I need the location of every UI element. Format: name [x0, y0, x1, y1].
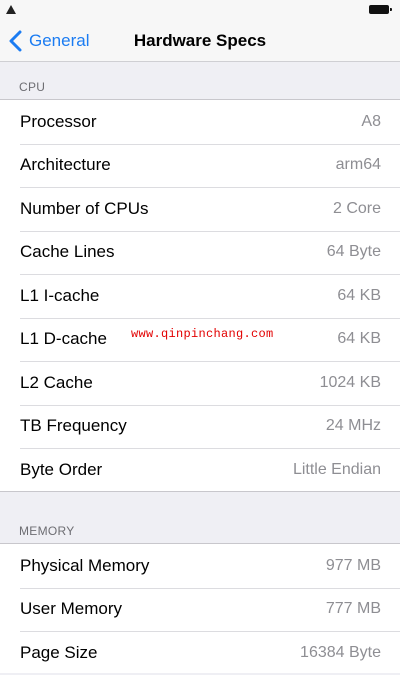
- row-value: 777 MB: [325, 600, 381, 618]
- section-header-cpu: CPU: [19, 80, 46, 94]
- row-value: arm64: [335, 156, 381, 174]
- row-l1-i-cache: L1 I-cache 64 KB: [0, 274, 400, 318]
- row-value: 64 KB: [337, 286, 381, 304]
- row-label: L2 Cache: [20, 372, 93, 392]
- navigation-bar: Hardware Specs General: [0, 20, 400, 62]
- row-label: Page Size: [20, 642, 98, 662]
- cpu-group: Processor A8 Architecture arm64 Number o…: [0, 99, 400, 492]
- row-label: Byte Order: [20, 459, 103, 479]
- row-page-size: Page Size 16384 Byte: [0, 631, 400, 675]
- status-bar: [0, 0, 400, 20]
- row-cache-lines: Cache Lines 64 Byte: [0, 230, 400, 275]
- row-user-memory: User Memory 777 MB: [0, 587, 400, 632]
- row-label: Processor: [20, 111, 97, 131]
- row-value: 64 KB: [337, 330, 381, 348]
- row-value: 2 Core: [332, 199, 381, 217]
- row-processor: Processor A8: [0, 100, 400, 144]
- row-label: Architecture: [20, 155, 111, 175]
- row-value: 977 MB: [325, 556, 381, 574]
- row-byte-order: Byte Order Little Endian: [0, 448, 400, 492]
- row-value: 64 Byte: [326, 243, 381, 261]
- row-architecture: Architecture arm64: [0, 143, 400, 188]
- battery-icon: [369, 5, 392, 14]
- section-header-memory: MEMORY: [19, 524, 75, 538]
- row-value: 24 MHz: [325, 417, 381, 435]
- back-button[interactable]: General: [9, 27, 89, 55]
- row-label: TB Frequency: [20, 416, 127, 436]
- watermark-text: www.qinpinchang.com: [131, 327, 274, 341]
- signal-icon: [6, 5, 16, 14]
- chevron-left-icon: [9, 30, 22, 52]
- back-button-label: General: [29, 31, 90, 50]
- row-value: Little Endian: [292, 460, 381, 478]
- row-l2-cache: L2 Cache 1024 KB: [0, 361, 400, 405]
- memory-group: Physical Memory 977 MB User Memory 777 M…: [0, 543, 400, 673]
- row-value: 16384 Byte: [300, 643, 381, 661]
- row-label: L1 I-cache: [20, 285, 100, 305]
- row-number-of-cpus: Number of CPUs 2 Core: [0, 187, 400, 231]
- row-label: User Memory: [20, 599, 123, 619]
- row-label: Physical Memory: [20, 555, 150, 575]
- row-label: Number of CPUs: [20, 198, 149, 218]
- row-value: 1024 KB: [319, 373, 381, 391]
- row-label: L1 D-cache: [20, 329, 107, 349]
- row-value: A8: [361, 112, 381, 130]
- row-physical-memory: Physical Memory 977 MB: [0, 544, 400, 588]
- row-tb-frequency: TB Frequency 24 MHz: [0, 404, 400, 449]
- row-label: Cache Lines: [20, 242, 115, 262]
